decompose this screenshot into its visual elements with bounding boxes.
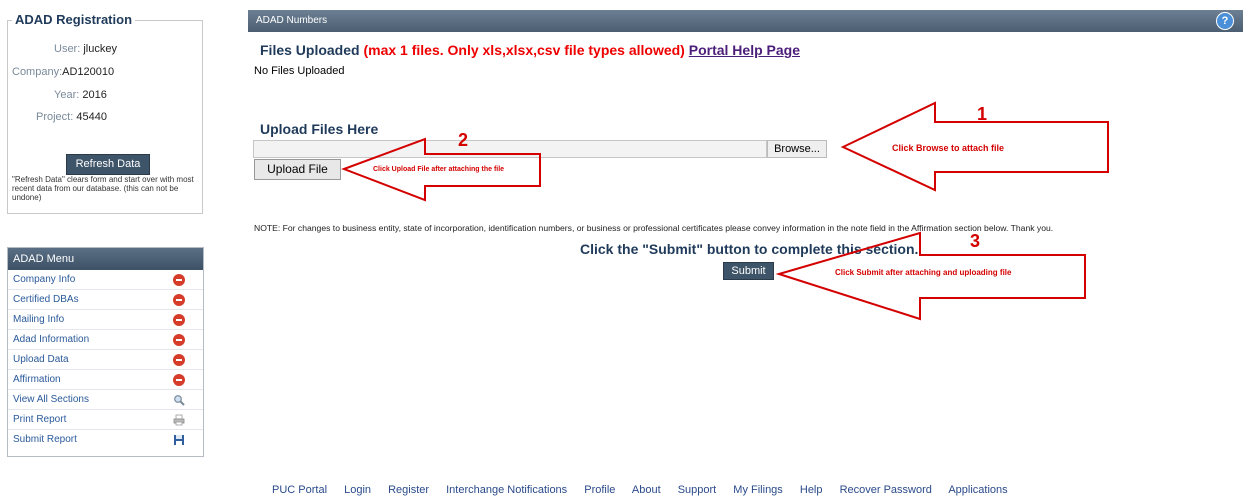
annotation-text-3: Click Submit after attaching and uploadi… xyxy=(835,268,1012,277)
annotation-text-1: Click Browse to attach file xyxy=(892,143,1005,153)
footer-nav: PUC Portal Login Register Interchange No… xyxy=(272,484,1022,496)
annotation-text-2: Click Upload File after attaching the fi… xyxy=(373,166,505,173)
footer-link-help[interactable]: Help xyxy=(800,484,823,496)
footer-link-interchange-notifications[interactable]: Interchange Notifications xyxy=(446,484,567,496)
annotation-number-3: 3 xyxy=(970,231,981,251)
footer-link-applications[interactable]: Applications xyxy=(948,484,1007,496)
footer-link-puc-portal[interactable]: PUC Portal xyxy=(272,484,327,496)
footer-link-support[interactable]: Support xyxy=(678,484,717,496)
footer-link-about[interactable]: About xyxy=(632,484,661,496)
annotation-number-1: 1 xyxy=(977,104,988,124)
footer-link-profile[interactable]: Profile xyxy=(584,484,615,496)
footer-link-my-filings[interactable]: My Filings xyxy=(733,484,783,496)
footer-link-register[interactable]: Register xyxy=(388,484,429,496)
footer-link-login[interactable]: Login xyxy=(344,484,371,496)
footer-link-recover-password[interactable]: Recover Password xyxy=(840,484,932,496)
annotation-number-2: 2 xyxy=(458,130,469,150)
annotation-arrows xyxy=(341,101,1109,321)
